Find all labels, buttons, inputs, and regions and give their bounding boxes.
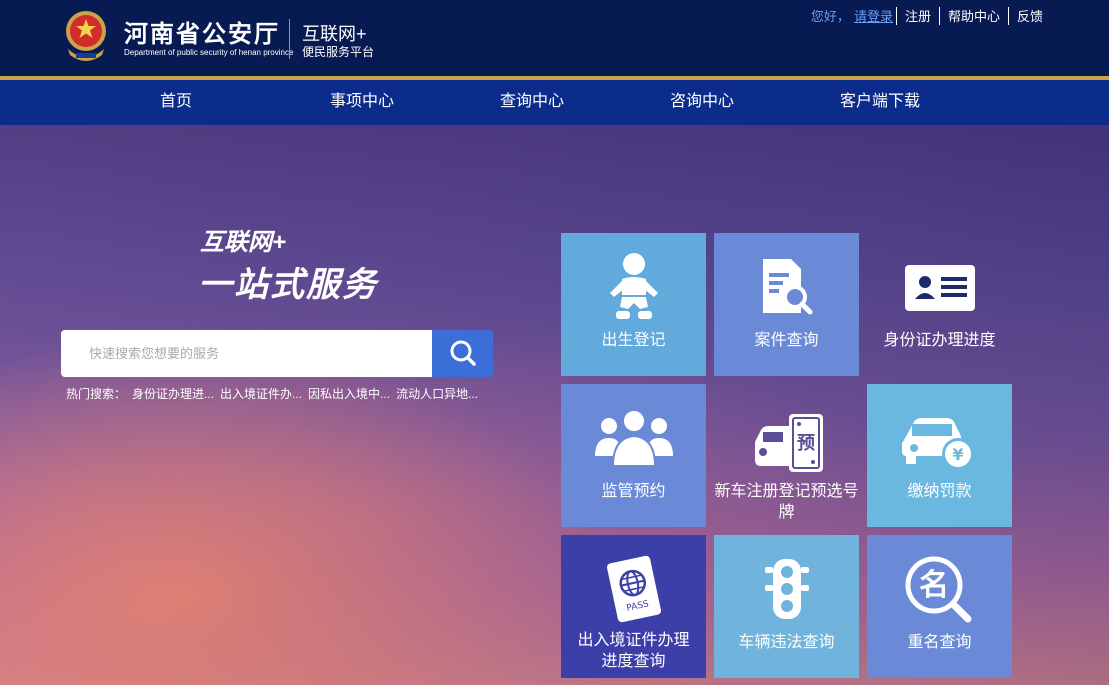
hot-search-item[interactable]: 出入境证件办... — [220, 385, 302, 402]
document-search-icon — [762, 259, 812, 315]
platform-subtitle: 便民服务平台 — [302, 45, 375, 59]
car-yuan-icon: ¥ — [901, 418, 974, 470]
baby-icon — [609, 253, 658, 319]
car-plate-icon: 预 — [754, 414, 823, 472]
slogan-line1: 互联网+ — [200, 229, 287, 256]
help-center-link[interactable]: 帮助中心 — [940, 6, 1008, 25]
id-card-icon — [904, 265, 975, 311]
hero-banner: 互联网+ 一站式服务 热门搜索： 身份证办理进... 出入境证件办... 因私出… — [0, 125, 1109, 685]
tile-label: 缴纳罚款 — [907, 483, 972, 500]
top-links: 您好， 请登录 注册 帮助中心 反馈 — [811, 6, 1051, 25]
nav-item-consult[interactable]: 咨询中心 — [670, 80, 734, 125]
main-nav: 首页 事项中心 查询中心 咨询中心 客户端下载 — [0, 80, 1109, 125]
header-divider — [289, 19, 290, 59]
svg-text:预: 预 — [797, 433, 815, 454]
nav-item-query[interactable]: 查询中心 — [500, 80, 564, 125]
tile-label: 新车注册登记预选号牌 — [714, 483, 859, 521]
police-emblem-icon — [66, 11, 106, 61]
tile-pay-fine[interactable]: ¥ 缴纳罚款 — [867, 384, 1012, 527]
traffic-light-icon — [764, 559, 809, 619]
tile-duplicate-name-query[interactable]: 名 重名查询 — [867, 535, 1012, 678]
tile-case-query[interactable]: 案件查询 — [714, 233, 859, 376]
tile-label: 出入境证件办理进度查询 — [577, 632, 690, 670]
hot-search-item[interactable]: 因私出入境中... — [308, 385, 390, 402]
tile-exit-entry-progress[interactable]: PASS 出入境证件办理进度查询 — [561, 535, 706, 678]
hot-search-item[interactable]: 身份证办理进... — [132, 385, 214, 402]
tile-id-card-progress[interactable]: 身份证办理进度 — [867, 233, 1012, 376]
tile-label: 身份证办理进度 — [883, 332, 996, 349]
hot-search-label: 热门搜索： — [66, 387, 127, 401]
slogan-line2: 一站式服务 — [198, 266, 378, 304]
nav-item-download[interactable]: 客户端下载 — [840, 80, 920, 125]
tile-vehicle-violation[interactable]: 车辆违法查询 — [714, 535, 859, 678]
tile-label: 出生登记 — [601, 332, 666, 349]
tile-birth-registration[interactable]: 出生登记 — [561, 233, 706, 376]
nav-item-matters[interactable]: 事项中心 — [330, 80, 394, 125]
tile-supervision-appointment[interactable]: 监管预约 — [561, 384, 706, 527]
tile-label: 重名查询 — [907, 634, 972, 651]
tile-label: 车辆违法查询 — [738, 634, 835, 651]
tile-label: 监管预约 — [601, 483, 666, 500]
search-input[interactable] — [61, 330, 432, 377]
people-group-icon — [594, 409, 673, 467]
passport-icon: PASS — [606, 555, 661, 623]
header: 河南省公安厅 Department of public security of … — [0, 0, 1109, 76]
hot-search: 热门搜索： 身份证办理进... 出入境证件办... 因私出入境中... 流动人口… — [66, 385, 478, 402]
svg-text:¥: ¥ — [952, 445, 963, 464]
feedback-link[interactable]: 反馈 — [1009, 6, 1051, 25]
login-link[interactable]: 请登录 — [854, 6, 893, 25]
tile-label: 案件查询 — [754, 332, 819, 349]
hot-search-item[interactable]: 流动人口异地... — [396, 385, 478, 402]
greeting-text: 您好， — [810, 9, 850, 24]
nav-item-home[interactable]: 首页 — [160, 80, 192, 125]
register-link[interactable]: 注册 — [897, 6, 939, 25]
org-name-en: Department of public security of henan p… — [124, 48, 294, 57]
svg-text:名: 名 — [919, 568, 949, 603]
org-name: 河南省公安厅 — [124, 21, 280, 48]
search-button[interactable] — [432, 330, 493, 377]
search-icon — [450, 340, 476, 366]
name-search-icon: 名 — [905, 556, 971, 623]
tile-new-car-plate[interactable]: 预 新车注册登记预选号牌 — [714, 384, 859, 527]
